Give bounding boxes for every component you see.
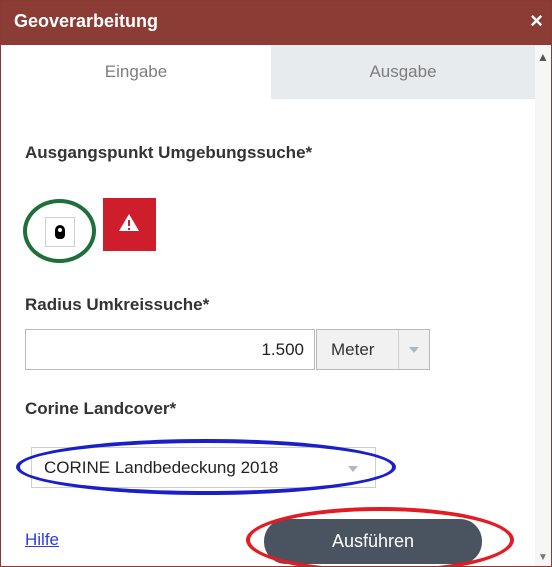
unit-value: Meter <box>331 340 375 359</box>
vertical-scrollbar[interactable]: ▲ ▼ <box>535 45 551 566</box>
geoprocessing-panel: Geoverarbeitung × Eingabe Ausgabe ▲ ▼ Au… <box>0 0 552 567</box>
scroll-up-icon[interactable]: ▲ <box>537 51 549 63</box>
help-link[interactable]: Hilfe <box>25 530 59 550</box>
map-pin-icon <box>55 225 65 239</box>
close-icon[interactable]: × <box>530 8 543 34</box>
unit-dropdown-button[interactable] <box>398 330 429 369</box>
panel-title: Geoverarbeitung <box>14 11 159 31</box>
chevron-down-icon <box>409 347 419 353</box>
warning-icon-mark <box>128 220 130 226</box>
tab-bar: Eingabe Ausgabe <box>1 45 535 99</box>
start-point-label: Ausgangspunkt Umgebungssuche* <box>25 143 313 162</box>
pin-button-highlight <box>23 199 96 263</box>
unit-select[interactable]: Meter <box>316 329 430 370</box>
pick-location-button[interactable] <box>45 217 75 247</box>
tab-ausgabe[interactable]: Ausgabe <box>271 45 535 99</box>
scroll-down-icon[interactable]: ▼ <box>537 552 549 564</box>
radius-input[interactable]: 1.500 <box>25 329 315 370</box>
tab-eingabe[interactable]: Eingabe <box>1 45 271 99</box>
corine-label: Corine Landcover* <box>25 399 177 418</box>
warning-icon-dot <box>128 228 130 230</box>
corine-highlight <box>16 439 396 495</box>
radius-label: Radius Umkreissuche* <box>25 295 210 314</box>
warning-button[interactable] <box>103 198 156 251</box>
run-button-highlight <box>246 507 514 566</box>
title-bar: Geoverarbeitung × <box>1 1 551 45</box>
